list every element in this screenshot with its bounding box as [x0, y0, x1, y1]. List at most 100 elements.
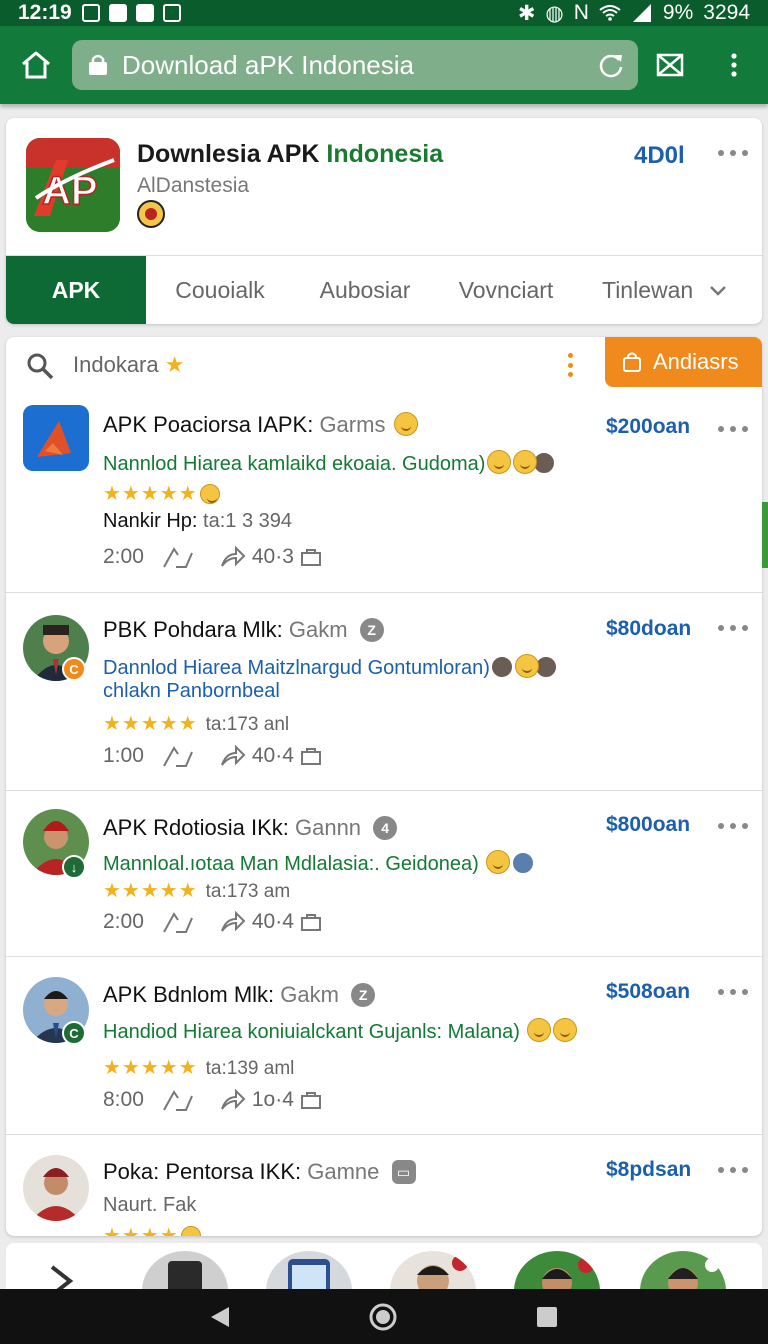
nav-back-icon[interactable] [209, 1305, 231, 1329]
item-more-button[interactable] [718, 623, 748, 633]
avatar-icon [511, 852, 534, 874]
system-nav-bar [0, 1289, 768, 1344]
share-icon[interactable] [220, 546, 246, 568]
overflow-menu-button[interactable] [702, 26, 766, 104]
item-share-count: 40·4 [251, 744, 294, 767]
status-bar: 12:19 ✱ ◍ N 9% 3294 [0, 0, 768, 26]
notification-icon [108, 4, 127, 22]
like-icon[interactable] [162, 1088, 196, 1112]
list-item[interactable]: C APK Bdnlom Mlk: Gakm Z $508oan Handiod… [6, 957, 762, 1135]
scrollbar-thumb[interactable] [762, 502, 768, 568]
like-icon[interactable] [162, 910, 196, 934]
tab-apk[interactable]: APK [6, 256, 146, 324]
share-icon[interactable] [220, 745, 246, 767]
cta-label: Andiasrs [653, 349, 739, 374]
tab-tinlewan-label: Tinlewan [602, 277, 694, 303]
item-more-button[interactable] [718, 821, 748, 831]
badge-icon: 4 [373, 816, 398, 840]
suggestion-thumb[interactable] [514, 1251, 600, 1289]
reload-icon[interactable] [598, 52, 624, 78]
item-more-button[interactable] [718, 1165, 748, 1175]
download-cta-button[interactable]: Andiasrs [605, 337, 762, 387]
emoji-icon [180, 1226, 201, 1236]
bag-icon[interactable] [300, 746, 322, 766]
app-feed: Indokara ★ Andiasrs APK Poaciorsa IAPK: … [6, 337, 762, 1236]
apk-logo-icon: AP [26, 138, 120, 232]
status-time: 12:19 [18, 1, 72, 24]
bag-icon[interactable] [300, 1090, 322, 1110]
notification-icon [81, 4, 100, 22]
film-icon: ▭ [391, 1160, 416, 1184]
suggestion-strip [6, 1243, 762, 1289]
home-button[interactable] [0, 26, 72, 104]
app-header-card: AP Downlesia APK Indonesia AlDanstesia 4… [6, 118, 762, 324]
list-item[interactable]: APK Poaciorsa IAPK: Garms $200oan Nannlo… [6, 393, 762, 593]
like-icon[interactable] [162, 545, 196, 569]
badge-icon: Z [351, 983, 376, 1007]
share-icon[interactable] [220, 1089, 246, 1111]
verified-badge-icon: C [62, 1021, 86, 1045]
item-more-button[interactable] [718, 424, 748, 434]
search-row: Indokara ★ Andiasrs [6, 337, 762, 393]
item-rating: ★★★★★ ta:173 anl [103, 713, 290, 735]
image-icon [162, 4, 181, 22]
search-text[interactable]: Indokara ★ [73, 352, 184, 378]
app-title: Downlesia APK Indonesia [137, 140, 444, 168]
tab-couoialk[interactable]: Couoialk [146, 256, 294, 324]
mail-icon [656, 53, 684, 77]
item-time: 2:00 [103, 910, 144, 933]
item-actions: 8:00 1o·4 [103, 1088, 328, 1112]
nfc-icon: N [573, 1, 589, 24]
chevron-right-icon[interactable] [46, 1265, 76, 1289]
search-icon[interactable] [26, 352, 54, 380]
verified-badge-icon: C [62, 657, 86, 681]
item-time: 8:00 [103, 1088, 144, 1111]
suggestion-thumb[interactable] [142, 1251, 228, 1289]
nav-recents-icon[interactable] [535, 1305, 559, 1329]
mail-button[interactable] [638, 26, 702, 104]
wifi-icon [599, 5, 621, 21]
item-description: Naurt. Fak [103, 1194, 197, 1216]
search-options-button[interactable] [566, 353, 574, 377]
url-bar[interactable]: Download aPK Indonesia [72, 40, 638, 90]
like-icon[interactable] [162, 744, 196, 768]
chevron-down-icon [710, 285, 727, 296]
suggestion-thumb[interactable] [640, 1251, 726, 1289]
emoji-icon [393, 412, 418, 436]
app-more-button[interactable] [718, 148, 748, 158]
item-title: APK Bdnlom Mlk: Gakm Z [103, 982, 376, 1008]
item-price: $800oan [606, 813, 691, 836]
item-rating: ★★★★★ [103, 481, 220, 506]
item-meta: Nankir Hp: ta:1 3 394 [103, 510, 292, 532]
tab-vovnciart[interactable]: Vovnciart [436, 256, 576, 324]
app-count: 4D0l [634, 142, 685, 169]
category-tabs: APK Couoialk Aubosiar Vovnciart Tinlewan [6, 255, 762, 324]
bag-icon[interactable] [300, 547, 322, 567]
item-rating: ★★★★★ ta:139 aml [103, 1057, 295, 1079]
list-item[interactable]: ↓ APK Rdotiosia IKk: Gannn 4 $800oan Man… [6, 791, 762, 957]
avatar-icon [491, 656, 514, 678]
share-icon[interactable] [220, 911, 246, 933]
item-share-count: 1o·4 [251, 1088, 294, 1111]
vibrate-icon: ◍ [545, 1, 564, 25]
emoji-icon [487, 450, 512, 474]
list-item[interactable]: C PBK Pohdara Mlk: Gakm Z $80doan Dannlo… [6, 593, 762, 791]
item-more-button[interactable] [718, 987, 748, 997]
url-text: Download aPK Indonesia [122, 49, 414, 80]
item-share-count: 40·4 [251, 910, 294, 933]
app-logo[interactable]: AP [26, 138, 120, 232]
item-time: 1:00 [103, 744, 144, 767]
battery-text: 3294 [703, 1, 750, 24]
list-item[interactable]: Poka: Pentorsa IKK: Gamne ▭ $8pdsan Naur… [6, 1135, 762, 1236]
item-price: $8pdsan [606, 1158, 692, 1181]
tab-tinlewan[interactable]: Tinlewan [576, 256, 762, 324]
tab-aubosiar[interactable]: Aubosiar [294, 256, 436, 324]
suggestion-thumb[interactable] [390, 1251, 476, 1289]
signal-icon [632, 4, 651, 22]
emoji-icon [527, 1018, 552, 1042]
bag-icon[interactable] [300, 912, 322, 932]
item-actions: 2:00 40·4 [103, 910, 328, 934]
suggestion-thumb[interactable] [266, 1251, 352, 1289]
app-badge-icon [137, 200, 165, 228]
nav-home-icon[interactable] [368, 1302, 398, 1332]
